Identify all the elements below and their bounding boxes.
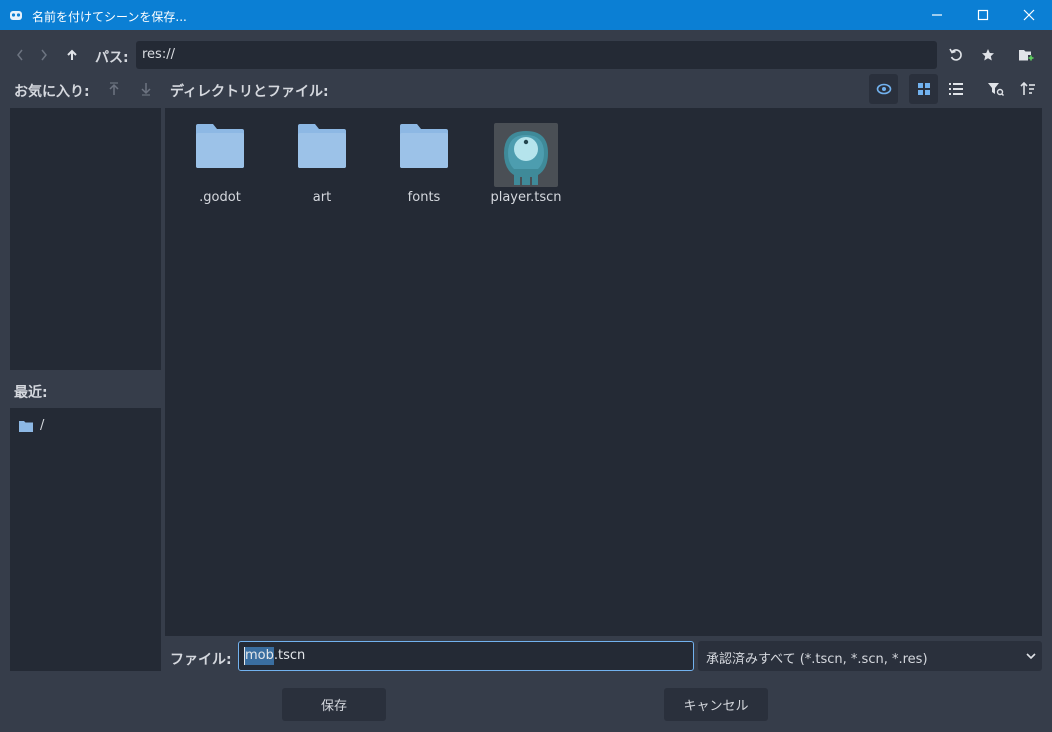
- file-item-folder[interactable]: art: [277, 112, 367, 222]
- arrow-up-icon: [109, 82, 119, 95]
- list-view-toggle[interactable]: [943, 76, 969, 102]
- parent-folder-button[interactable]: [59, 42, 85, 68]
- sort-icon: [1020, 82, 1035, 95]
- file-item-folder[interactable]: fonts: [379, 112, 469, 222]
- file-name-label: ファイル:: [170, 652, 232, 668]
- arrow-up-icon: [67, 49, 77, 60]
- folder-icon: [400, 124, 448, 168]
- filter-search-icon: [988, 83, 1004, 96]
- folder-icon: [19, 421, 33, 432]
- recent-label: 最近:: [14, 385, 48, 401]
- grid-icon: [917, 83, 930, 95]
- file-item-name: .godot: [199, 190, 241, 205]
- eye-icon: [876, 83, 891, 95]
- path-label: パス:: [95, 50, 129, 66]
- grid-view-toggle[interactable]: [909, 74, 938, 104]
- favorite-move-down-button[interactable]: [133, 76, 159, 102]
- forward-button[interactable]: [31, 42, 57, 68]
- title-bar: 名前を付けてシーンを保存...: [0, 0, 1052, 30]
- save-scene-dialog: パス: res:// お気に入り: ディレクトリとファイル: 最近: / .go…: [1, 30, 1051, 731]
- arrow-down-icon: [141, 83, 151, 96]
- filter-button[interactable]: [983, 76, 1009, 102]
- back-button[interactable]: [7, 42, 33, 68]
- file-item-folder[interactable]: .godot: [175, 112, 265, 222]
- player-scene-thumbnail: [494, 123, 558, 187]
- window-title: 名前を付けてシーンを保存...: [32, 10, 187, 24]
- text-caret: [244, 647, 245, 665]
- file-grid[interactable]: .godot art fonts player.tscn: [165, 108, 1042, 636]
- minimize-button[interactable]: [914, 0, 960, 30]
- sort-button[interactable]: [1015, 76, 1041, 102]
- maximize-icon: [977, 9, 989, 21]
- file-item-scene[interactable]: player.tscn: [481, 112, 571, 222]
- favorites-list[interactable]: [10, 108, 161, 370]
- favorites-label: お気に入り:: [14, 84, 90, 100]
- directories-files-label: ディレクトリとファイル:: [170, 84, 329, 100]
- folder-icon: [298, 124, 346, 168]
- close-icon: [1023, 9, 1035, 21]
- recent-item-label: /: [40, 418, 45, 433]
- chevron-right-icon: [41, 49, 47, 61]
- cancel-button[interactable]: キャンセル: [664, 688, 768, 721]
- save-button[interactable]: 保存: [282, 688, 386, 721]
- chevron-left-icon: [17, 49, 23, 61]
- chevron-down-icon: [1026, 653, 1036, 660]
- favorite-toggle-button[interactable]: [975, 42, 1001, 68]
- file-name-value: mob.tscn: [245, 648, 306, 663]
- file-item-name: art: [312, 190, 332, 205]
- folder-icon: [196, 124, 244, 168]
- refresh-button[interactable]: [943, 42, 969, 68]
- new-folder-icon: [1019, 50, 1034, 61]
- file-item-name: player.tscn: [490, 190, 562, 205]
- favorite-move-up-button[interactable]: [101, 76, 127, 102]
- file-name-input[interactable]: mob.tscn: [238, 641, 694, 671]
- file-item-name: fonts: [407, 190, 441, 205]
- path-input[interactable]: res://: [136, 41, 937, 69]
- close-button[interactable]: [1006, 0, 1052, 30]
- godot-app-icon: [10, 11, 22, 20]
- file-type-filter-value: 承認済みすべて (*.tscn, *.scn, *.res): [706, 652, 928, 667]
- refresh-icon: [949, 48, 962, 61]
- minimize-icon: [932, 14, 942, 16]
- path-value: res://: [142, 47, 175, 62]
- recent-item[interactable]: /: [10, 416, 161, 436]
- recent-list[interactable]: /: [10, 408, 161, 671]
- list-icon: [949, 83, 963, 95]
- create-folder-button[interactable]: [1013, 42, 1039, 68]
- star-icon: [982, 49, 994, 61]
- file-type-filter-select[interactable]: 承認済みすべて (*.tscn, *.scn, *.res): [698, 641, 1042, 671]
- maximize-button[interactable]: [960, 0, 1006, 30]
- show-hidden-toggle[interactable]: [869, 74, 898, 104]
